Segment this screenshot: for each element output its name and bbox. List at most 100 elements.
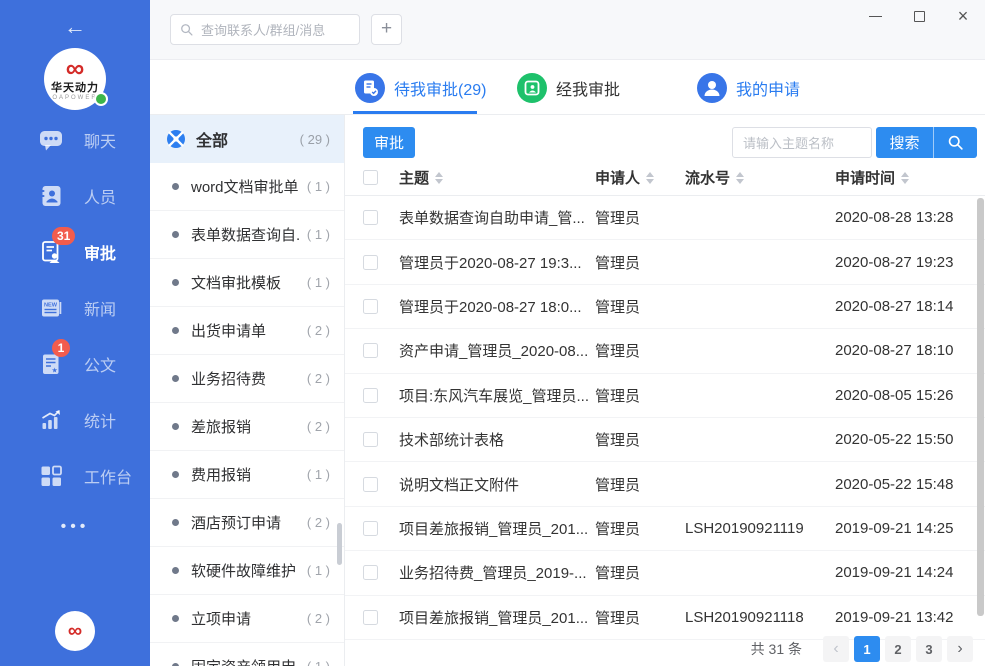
page-button-2[interactable]: 2 [885,636,911,662]
select-all-checkbox[interactable] [363,170,378,185]
row-checkbox[interactable] [363,565,378,580]
contact-search-input[interactable]: 查询联系人/群组/消息 [170,14,360,45]
logo-subtext: OAPOWER [52,95,97,101]
approve-button[interactable]: 审批 [363,127,415,158]
sidebar-item-people[interactable]: 人员 [0,168,150,224]
back-arrow-icon[interactable]: ← [0,16,150,38]
search-placeholder: 查询联系人/群组/消息 [201,20,325,39]
row-checkbox[interactable] [363,343,378,358]
row-checkbox[interactable] [363,521,378,536]
category-item[interactable]: 软硬件故障维护 ( 1 ) [150,547,344,595]
category-item[interactable]: 费用报销 ( 1 ) [150,451,344,499]
next-page-button[interactable]: › [947,636,973,662]
stats-icon [38,407,64,433]
add-button[interactable]: + [371,14,402,45]
category-count: ( 1 ) [301,179,330,194]
sidebar-item-news[interactable]: NEW 新闻 [0,280,150,336]
search-button[interactable]: 搜索 [876,132,933,153]
row-checkbox[interactable] [363,210,378,225]
maximize-icon [914,11,925,22]
page-button-3[interactable]: 3 [916,636,942,662]
column-apply-time[interactable]: 申请时间 [835,167,971,188]
cell-subject: 业务招待费_管理员_2019-... [399,562,595,583]
category-item[interactable]: 差旅报销 ( 2 ) [150,403,344,451]
category-label: 软硬件故障维护 [191,560,296,581]
category-count: ( 2 ) [301,419,330,434]
page-button-1[interactable]: 1 [854,636,880,662]
prev-page-button[interactable]: ‹ [823,636,849,662]
workbench-icon [38,463,64,489]
table-row[interactable]: 资产申请_管理员_2020-08... 管理员 2020-08-27 18:10 [345,329,985,373]
category-all[interactable]: 全部 ( 29 ) [150,115,344,163]
row-checkbox[interactable] [363,255,378,270]
category-item[interactable]: 出货申请单 ( 2 ) [150,307,344,355]
table-row[interactable]: 项目:东风汽车展览_管理员... 管理员 2020-08-05 15:26 [345,374,985,418]
category-count: ( 1 ) [301,227,330,242]
column-applicant[interactable]: 申请人 [595,167,685,188]
more-icon[interactable]: ••• [0,518,150,536]
row-checkbox[interactable] [363,610,378,625]
minimize-button[interactable] [853,0,897,32]
infinity-logo-icon: ∞ [68,621,82,641]
sidebar-item-approval[interactable]: 31 审批 [0,224,150,280]
sidebar-nav: 聊天 人员 31 审批 NEW 新闻 [0,112,150,504]
sort-icon [646,172,654,184]
bullet-icon [172,423,179,430]
document-icon: ★ 1 [38,351,64,377]
category-count: ( 1 ) [301,275,330,290]
window-controls: × [853,0,985,32]
cell-apply-time: 2020-08-27 18:10 [835,342,971,359]
bottom-logo[interactable]: ∞ [55,611,95,651]
sidebar-item-statistics[interactable]: 统计 [0,392,150,448]
category-item[interactable]: 立项申请 ( 2 ) [150,595,344,643]
approved-by-me-icon [517,73,547,103]
table-row[interactable]: 项目差旅报销_管理员_201... 管理员 LSH20190921119 201… [345,507,985,551]
cell-applicant: 管理员 [595,296,685,317]
cell-apply-time: 2019-09-21 14:25 [835,520,971,537]
sidebar-item-label: 审批 [84,240,116,264]
category-item[interactable]: 表单数据查询自... ( 1 ) [150,211,344,259]
category-item[interactable]: 业务招待费 ( 2 ) [150,355,344,403]
sidebar-item-chat[interactable]: 聊天 [0,112,150,168]
table-row[interactable]: 表单数据查询自助申请_管... 管理员 2020-08-28 13:28 [345,196,985,240]
column-subject[interactable]: 主题 [399,167,595,188]
bullet-icon [172,279,179,286]
bullet-icon [172,231,179,238]
close-button[interactable]: × [941,0,985,32]
table-row[interactable]: 说明文档正文附件 管理员 2020-05-22 15:48 [345,462,985,506]
tab-pending-approval[interactable]: 待我审批(29) [355,60,486,115]
cell-apply-time: 2020-08-28 13:28 [835,209,971,226]
cell-subject: 技术部统计表格 [399,429,595,450]
bullet-icon [172,327,179,334]
cell-subject: 项目:东风汽车展览_管理员... [399,385,595,406]
tab-my-applications[interactable]: 我的申请 [697,60,800,115]
sidebar: ← ∞ 华天动力 OAPOWER 聊天 人员 [0,0,150,666]
category-item[interactable]: 酒店预订申请 ( 2 ) [150,499,344,547]
category-item[interactable]: 文档审批模板 ( 1 ) [150,259,344,307]
table-row[interactable]: 技术部统计表格 管理员 2020-05-22 15:50 [345,418,985,462]
tab-label: 我的申请 [736,76,800,100]
row-checkbox[interactable] [363,432,378,447]
maximize-button[interactable] [897,0,941,32]
table-row[interactable]: 管理员于2020-08-27 19:3... 管理员 2020-08-27 19… [345,240,985,284]
chat-icon [38,127,64,153]
row-checkbox[interactable] [363,477,378,492]
row-checkbox[interactable] [363,299,378,314]
sidebar-item-documents[interactable]: ★ 1 公文 [0,336,150,392]
advanced-search-button[interactable] [934,134,977,151]
subject-search-input[interactable]: 请输入主题名称 [732,127,872,158]
table-scrollbar[interactable] [977,198,984,616]
row-checkbox[interactable] [363,388,378,403]
category-scrollbar[interactable] [337,523,342,565]
column-serial[interactable]: 流水号 [685,167,835,188]
category-item[interactable]: word文档审批单 ( 1 ) [150,163,344,211]
svg-text:NEW: NEW [44,303,58,309]
sidebar-item-label: 新闻 [84,296,116,320]
tab-approved-by-me[interactable]: 经我审批 [517,60,620,115]
cell-applicant: 管理员 [595,518,685,539]
category-item[interactable]: 固定资产领用申... ( 1 ) [150,643,344,666]
sidebar-item-workbench[interactable]: 工作台 [0,448,150,504]
table-row[interactable]: 业务招待费_管理员_2019-... 管理员 2019-09-21 14:24 [345,551,985,595]
table-row[interactable]: 管理员于2020-08-27 18:0... 管理员 2020-08-27 18… [345,285,985,329]
list-toolbar: 审批 请输入主题名称 搜索 [345,115,985,160]
